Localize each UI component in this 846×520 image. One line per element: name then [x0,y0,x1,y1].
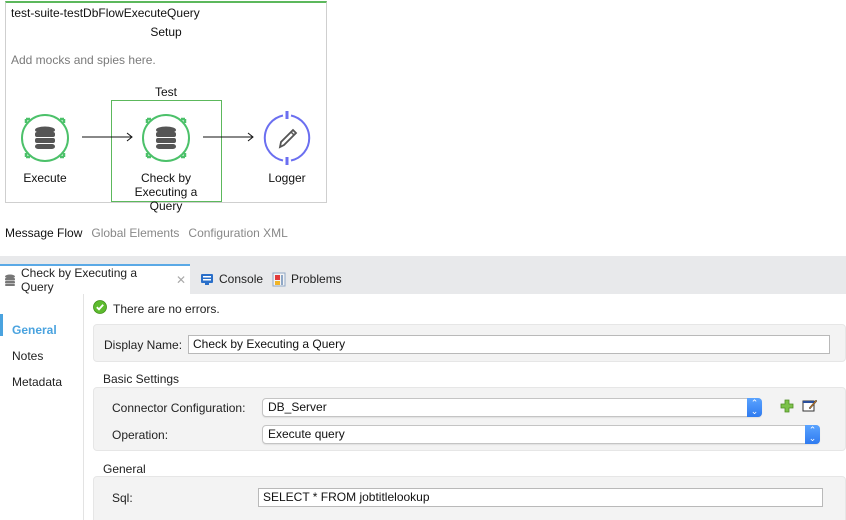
tab-configuration-xml[interactable]: Configuration XML [188,226,287,240]
operation-label: Operation: [112,428,169,442]
display-name-label: Display Name: [104,338,183,352]
display-name-group: Display Name: Check by Executing a Query [93,324,846,362]
sql-label: Sql: [112,491,133,505]
flow-node-logger[interactable]: Logger [239,111,335,185]
panel-tab-bar: Check by Executing a Query ✕ Console Pro… [0,256,846,294]
node-label-line1: Check by [140,171,192,185]
database-icon [4,274,16,286]
database-icon [21,114,69,162]
select-stepper-icon: ⌃ ⌄ [805,425,820,444]
flow-node-check-by-executing-a-query[interactable]: Check by Executing a Query [118,111,214,213]
tab-message-flow[interactable]: Message Flow [5,226,82,240]
active-item-marker [0,314,3,336]
flow-node-execute[interactable]: Execute [0,111,93,185]
connector-configuration-label: Connector Configuration: [112,401,246,415]
validation-status: There are no errors. [93,300,220,317]
tab-label: Problems [291,272,342,286]
tab-label: Check by Executing a Query [21,266,138,294]
plus-icon [780,399,794,413]
basic-settings-title: Basic Settings [103,372,180,386]
tab-label: Console [219,272,264,286]
status-text: There are no errors. [113,301,220,316]
test-section-title: Test [154,85,177,99]
node-label: Logger [268,171,306,185]
node-label: Execute [23,171,67,185]
display-name-field[interactable]: Check by Executing a Query [188,335,830,354]
database-icon [142,114,190,162]
setup-section-title: Setup [150,25,182,39]
test-suite-canvas: test-suite-testDbFlowExecuteQuery Setup … [5,1,327,213]
selected-value: Execute query [268,427,345,441]
operation-select[interactable]: Execute query ⌃ ⌄ [262,425,820,444]
edit-icon [802,399,818,412]
sidebar-item-notes[interactable]: Notes [12,349,43,363]
tab-problems[interactable]: Problems [268,264,346,294]
node-label-line2: Executing a Query [134,185,198,213]
pencil-icon [263,111,311,165]
select-stepper-icon: ⌃ ⌄ [747,398,762,417]
close-icon[interactable]: ✕ [176,273,186,287]
selected-value: DB_Server [268,400,327,414]
tab-global-elements[interactable]: Global Elements [91,226,179,240]
tab-console[interactable]: Console [196,264,267,294]
basic-settings-group: Connector Configuration: DB_Server ⌃ ⌄ Op… [93,387,846,451]
sql-field[interactable]: SELECT * FROM jobtitlelookup [258,488,823,507]
general-section-title: General [103,462,146,476]
editor-view-tabs: Message Flow Global Elements Configurati… [5,226,288,240]
properties-sidebar: General Notes Metadata [0,294,84,520]
general-settings-group: Sql: SELECT * FROM jobtitlelookup [93,476,846,520]
tab-properties-check-by-executing-a-query[interactable]: Check by Executing a Query ✕ [0,264,190,294]
connector-configuration-select[interactable]: DB_Server ⌃ ⌄ [262,398,762,417]
console-icon [200,273,214,286]
sidebar-item-metadata[interactable]: Metadata [12,375,62,389]
add-connector-button[interactable] [780,399,794,416]
edit-connector-button[interactable] [802,398,818,416]
problems-icon [272,272,286,287]
setup-hint: Add mocks and spies here. [11,53,156,67]
sidebar-item-general[interactable]: General [12,323,57,337]
check-circle-icon [93,300,107,317]
suite-title: test-suite-testDbFlowExecuteQuery [11,6,200,20]
